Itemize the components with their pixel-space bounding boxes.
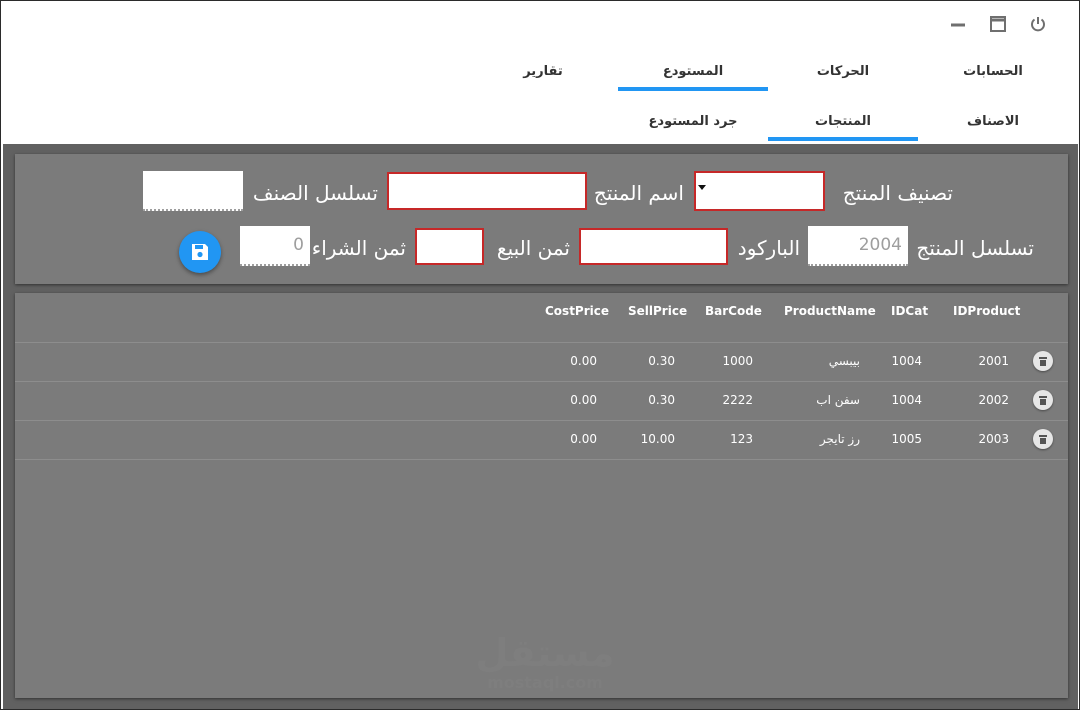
product-id-label: تسلسل المنتج [916,236,1034,260]
save-icon [192,244,208,260]
sell-price-label: ثمن البيع [496,236,570,260]
product-name-label: اسم المنتج [593,181,684,205]
app-window: الحسابات الحركات المستودع تقارير الاصناف… [0,0,1080,710]
subtab-inventory[interactable]: جرد المستودع [618,101,768,141]
barcode-input[interactable] [579,228,728,265]
cell-cost-price: 0.00 [570,354,597,368]
cell-cost-price: 0.00 [570,393,597,407]
delete-row-button[interactable] [1033,390,1053,410]
tab-reports[interactable]: تقارير [468,51,618,91]
column-header[interactable]: SellPrice [628,304,687,318]
minimize-icon[interactable] [947,13,969,35]
row-divider [15,342,1068,343]
cell-sell-price: 0.30 [648,354,675,368]
sell-price-input[interactable] [415,228,484,265]
cost-price-label: ثمن الشراء [311,236,406,260]
tab-label: المستودع [662,63,724,79]
cell-id-product: 2002 [978,393,1009,407]
subtab-products[interactable]: المنتجات [768,101,918,141]
watermark-latin: mostaql.com [487,673,603,692]
barcode-label: الباركود [737,236,800,260]
save-button[interactable] [179,231,221,273]
product-name-input[interactable] [387,172,587,210]
watermark-arabic: مستقل [475,631,615,675]
column-header[interactable]: CostPrice [545,304,609,318]
cell-product-name: رز تايجر [819,432,860,446]
row-divider [15,459,1068,460]
row-divider [15,381,1068,382]
tab-transactions[interactable]: الحركات [768,51,918,91]
delete-row-button[interactable] [1033,351,1053,371]
subtab-categories[interactable]: الاصناف [918,101,1068,141]
cell-id-cat: 1005 [891,432,922,446]
category-combobox[interactable] [694,171,825,211]
cell-barcode: 1000 [722,354,753,368]
delete-icon [1039,356,1047,366]
cell-barcode: 2222 [722,393,753,407]
tab-warehouse[interactable]: المستودع [618,51,768,91]
cost-price-input[interactable] [240,226,310,266]
product-id-input[interactable] [808,226,908,266]
tab-accounts[interactable]: الحسابات [918,51,1068,91]
chevron-down-icon[interactable] [698,185,706,190]
delete-icon [1039,395,1047,405]
cell-product-name: سفن اب [816,393,860,407]
cell-id-product: 2001 [978,354,1009,368]
watermark-logo: مستقل mostaql.com [475,632,615,692]
category-id-input[interactable] [143,171,243,211]
column-header[interactable]: ProductName [784,304,876,318]
cell-id-product: 2003 [978,432,1009,446]
maximize-icon[interactable] [987,13,1009,35]
row-divider [15,420,1068,421]
power-icon[interactable] [1027,13,1049,35]
category-id-label: تسلسل الصنف [252,181,378,205]
cell-barcode: 123 [730,432,753,446]
content-area: تصنيف المنتج اسم المنتج تسلسل الصنف تسلس… [3,144,1078,709]
tab-label: الحركات [816,63,870,79]
cell-id-cat: 1004 [891,393,922,407]
tab-label: تقارير [523,63,563,79]
column-header[interactable]: BarCode [705,304,762,318]
delete-icon [1039,434,1047,444]
tab-label: المنتجات [815,113,871,129]
cell-sell-price: 10.00 [640,432,675,446]
cell-id-cat: 1004 [891,354,922,368]
cell-cost-price: 0.00 [570,432,597,446]
delete-row-button[interactable] [1033,429,1053,449]
category-label: تصنيف المنتج [842,181,953,205]
column-header[interactable]: IDCat [891,304,928,318]
tab-label: جرد المستودع [648,113,738,129]
cell-product-name: بيبسي [828,354,860,368]
tab-label: الاصناف [967,113,1019,129]
cell-sell-price: 0.30 [648,393,675,407]
column-header[interactable]: IDProduct [953,304,1020,318]
tab-label: الحسابات [963,63,1023,79]
